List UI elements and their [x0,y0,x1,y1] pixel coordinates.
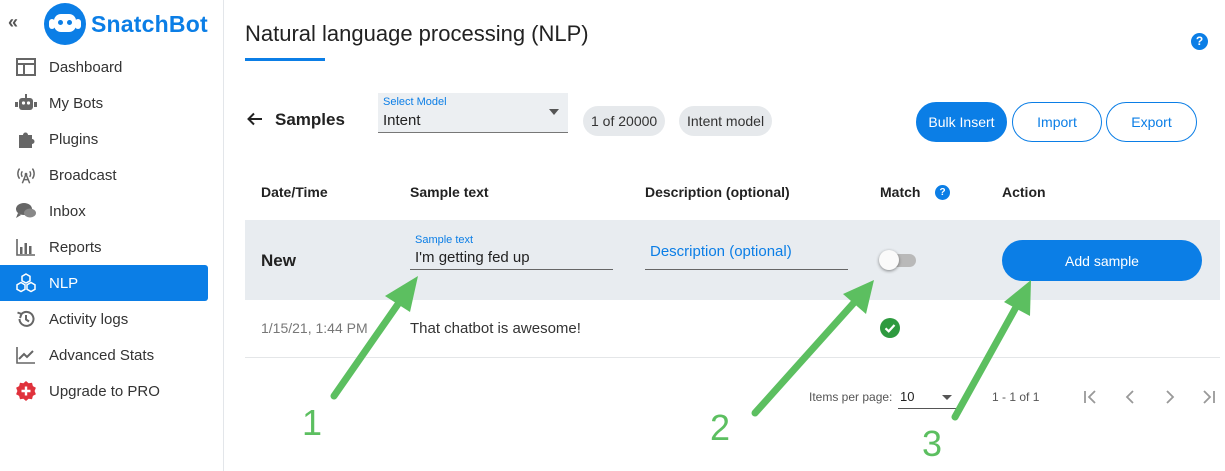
import-button[interactable]: Import [1012,102,1102,142]
page-title: Natural language processing (NLP) [245,21,589,46]
sidebar-nav: Dashboard My Bots Plugins Broadcast Inbo… [0,49,224,409]
chat-icon [15,200,37,222]
arrow-1 [330,290,409,400]
sidebar-item-label: My Bots [49,94,104,112]
sidebar-item-inbox[interactable]: Inbox [0,193,224,229]
column-header-datetime: Date/Time [261,184,328,200]
title-underline [245,58,325,61]
sidebar-item-label: Upgrade to PRO [49,382,160,400]
sidebar-item-label: Inbox [49,202,86,220]
column-header-match: Match [880,184,921,200]
sidebar-item-upgrade-to-pro[interactable]: Upgrade to PRO [0,373,224,409]
chevron-down-icon [942,395,952,400]
sidebar-item-label: Dashboard [49,58,123,76]
items-per-page-value: 10 [900,389,915,404]
row-sample-text[interactable]: That chatbot is awesome! [410,320,581,337]
line-chart-icon [15,344,37,366]
bulk-insert-button[interactable]: Bulk Insert [916,102,1007,142]
row-datetime: 1/15/21, 1:44 PM [261,320,368,336]
help-icon[interactable]: ? [1191,33,1208,50]
pagination-range: 1 - 1 of 1 [992,390,1040,404]
next-page-icon[interactable] [1157,384,1183,410]
sidebar-item-label: Plugins [49,130,99,148]
last-page-icon[interactable] [1196,384,1222,410]
sidebar-item-broadcast[interactable]: Broadcast [0,157,224,193]
sample-count-chip: 1 of 20000 [583,106,666,136]
sidebar-item-plugins[interactable]: Plugins [0,121,224,157]
new-row-label: New [261,251,296,270]
sample-text-input-label: Sample text [415,234,474,246]
column-header-description: Description (optional) [645,184,790,200]
robot-icon [15,92,37,114]
sidebar-item-activity-logs[interactable]: Activity logs [0,301,224,337]
sample-text-input[interactable]: Sample text I'm getting fed up [410,232,613,270]
first-page-icon[interactable] [1077,384,1103,410]
brand-name: SnatchBot [91,10,208,37]
collapse-sidebar-icon[interactable]: « [8,12,18,33]
column-header-action: Action [1002,184,1046,200]
chevron-down-icon [549,109,559,115]
annotation-label-2: 2 [710,407,731,448]
sidebar-item-dashboard[interactable]: Dashboard [0,49,224,85]
sidebar-item-my-bots[interactable]: My Bots [0,85,224,121]
brand[interactable]: SnatchBot [44,3,208,45]
dashboard-icon [15,56,37,78]
sample-text-input-value: I'm getting fed up [415,249,530,266]
export-button[interactable]: Export [1106,102,1197,142]
sidebar-item-label: Reports [49,238,102,256]
history-icon [15,308,37,330]
logo-eye-right [67,20,72,25]
model-type-chip: Intent model [679,106,773,136]
sidebar-item-label: Advanced Stats [49,346,155,364]
section-title: Samples [275,110,345,129]
annotation-label-1: 1 [302,402,323,443]
description-input[interactable]: Description (optional) [645,232,848,270]
row-divider [245,357,1220,358]
sidebar-item-advanced-stats[interactable]: Advanced Stats [0,337,224,373]
sidebar-item-label: Activity logs [49,310,129,328]
sidebar-item-reports[interactable]: Reports [0,229,224,265]
select-model-label: Select Model [383,96,447,108]
logo-face [54,14,76,32]
snatchbot-logo-icon [44,3,86,45]
back-arrow-icon[interactable] [246,110,264,134]
sidebar-item-label: Broadcast [49,166,117,184]
puzzle-icon [15,128,37,150]
check-circle-icon [880,318,900,338]
items-per-page-label: Items per page: [809,390,893,404]
cubes-icon [15,272,37,294]
select-model-value: Intent [383,112,421,129]
antenna-icon [15,164,37,186]
annotation-label-3: 3 [922,423,943,464]
match-toggle-knob[interactable] [879,250,899,270]
column-header-sample-text: Sample text [410,184,489,200]
plus-badge-icon [15,380,37,402]
sidebar-item-nlp[interactable]: NLP [0,265,208,301]
select-model-dropdown[interactable]: Select Model Intent [378,93,568,133]
previous-page-icon[interactable] [1117,384,1143,410]
description-input-placeholder: Description (optional) [650,243,792,260]
sidebar: « SnatchBot Dashboard My Bots Plugins Br… [0,0,224,471]
sidebar-item-label: NLP [49,274,79,292]
bar-chart-icon [15,236,37,258]
add-sample-button[interactable]: Add sample [1002,240,1202,281]
logo-eye-left [58,20,63,25]
match-help-icon[interactable]: ? [935,185,950,200]
items-per-page-select[interactable]: 10 [898,385,956,409]
